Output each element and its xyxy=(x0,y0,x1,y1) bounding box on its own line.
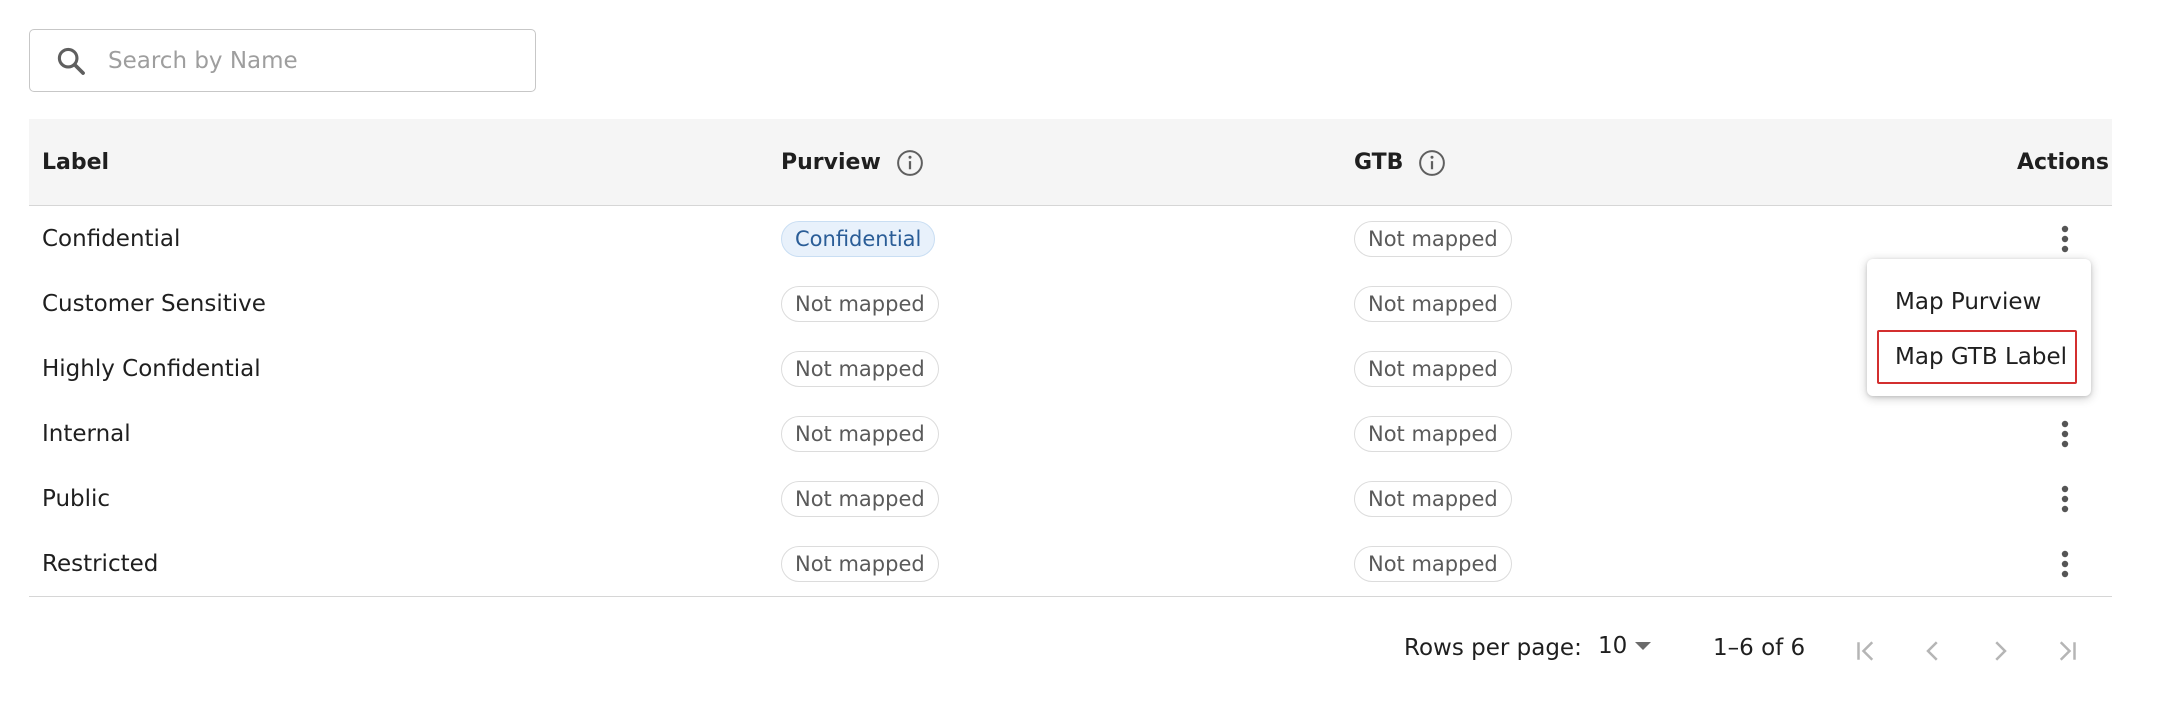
more-vert-icon[interactable] xyxy=(2050,479,2080,519)
row-label: Customer Sensitive xyxy=(42,290,266,317)
purview-mapping-chip: Not mapped xyxy=(781,415,939,452)
pagination: Rows per page: 10 1–6 of 6 xyxy=(0,627,2162,677)
column-header-label: Label xyxy=(42,119,109,206)
more-vert-icon[interactable] xyxy=(2050,544,2080,584)
last-page-icon[interactable] xyxy=(2047,631,2087,671)
purview-mapping-chip: Confidential xyxy=(781,220,936,257)
column-header-gtb-text: GTB xyxy=(1354,150,1404,175)
column-header-actions-text: Actions xyxy=(2017,150,2109,175)
search-icon xyxy=(53,43,89,79)
label-mapping-page: Label Purview GTB Actions Confidenti xyxy=(0,0,2162,727)
table-header: Label Purview GTB Actions xyxy=(29,119,2112,206)
purview-mapping-chip: Not mapped xyxy=(781,285,939,322)
table-row: Highly Confidential Not mapped Not mappe… xyxy=(29,336,2112,401)
column-header-actions: Actions xyxy=(2017,119,2109,206)
previous-page-icon[interactable] xyxy=(1913,631,1953,671)
row-label: Internal xyxy=(42,420,131,447)
purview-mapping-chip: Not mapped xyxy=(781,480,939,517)
purview-mapping-chip: Not mapped xyxy=(781,545,939,582)
more-vert-icon[interactable] xyxy=(2050,414,2080,454)
gtb-mapping-chip: Not mapped xyxy=(1354,545,1512,582)
row-label: Restricted xyxy=(42,550,159,577)
more-vert-icon[interactable] xyxy=(2050,219,2080,259)
table-row: Public Not mapped Not mapped xyxy=(29,466,2112,531)
info-icon[interactable] xyxy=(895,148,925,178)
menu-item-map-gtb-label[interactable]: Map GTB Label xyxy=(1877,330,2077,384)
row-label: Highly Confidential xyxy=(42,355,261,382)
info-icon[interactable] xyxy=(1417,148,1447,178)
labels-table: Label Purview GTB Actions Confidential C… xyxy=(29,119,2112,597)
purview-mapping-chip: Not mapped xyxy=(781,350,939,387)
rows-per-page-select[interactable]: 10 xyxy=(1598,633,1652,659)
first-page-icon[interactable] xyxy=(1846,631,1886,671)
row-label: Confidential xyxy=(42,225,181,252)
gtb-mapping-chip: Not mapped xyxy=(1354,480,1512,517)
search-input[interactable] xyxy=(108,40,508,81)
row-label: Public xyxy=(42,485,111,512)
caret-down-icon xyxy=(1635,642,1652,650)
gtb-mapping-chip: Not mapped xyxy=(1354,220,1512,257)
next-page-icon[interactable] xyxy=(1980,631,2020,671)
column-header-gtb: GTB xyxy=(1354,119,1447,206)
table-bottom-divider xyxy=(29,596,2112,597)
column-header-purview: Purview xyxy=(781,119,925,206)
gtb-mapping-chip: Not mapped xyxy=(1354,350,1512,387)
column-header-purview-text: Purview xyxy=(781,150,881,175)
rows-per-page-label: Rows per page: xyxy=(1404,635,1582,661)
table-body: Confidential Confidential Not mapped Cus… xyxy=(29,206,2112,596)
rows-per-page-value: 10 xyxy=(1598,633,1628,659)
gtb-mapping-chip: Not mapped xyxy=(1354,415,1512,452)
pagination-range: 1–6 of 6 xyxy=(1713,635,1806,661)
menu-item-map-purview[interactable]: Map Purview xyxy=(1877,275,2077,329)
gtb-mapping-chip: Not mapped xyxy=(1354,285,1512,322)
table-row: Internal Not mapped Not mapped xyxy=(29,401,2112,466)
search-box[interactable] xyxy=(29,29,536,92)
table-row: Confidential Confidential Not mapped xyxy=(29,206,2112,271)
row-actions-menu: Map Purview Map GTB Label xyxy=(1867,259,2091,396)
table-row: Restricted Not mapped Not mapped xyxy=(29,531,2112,596)
table-row: Customer Sensitive Not mapped Not mapped xyxy=(29,271,2112,336)
column-header-label-text: Label xyxy=(42,150,110,175)
